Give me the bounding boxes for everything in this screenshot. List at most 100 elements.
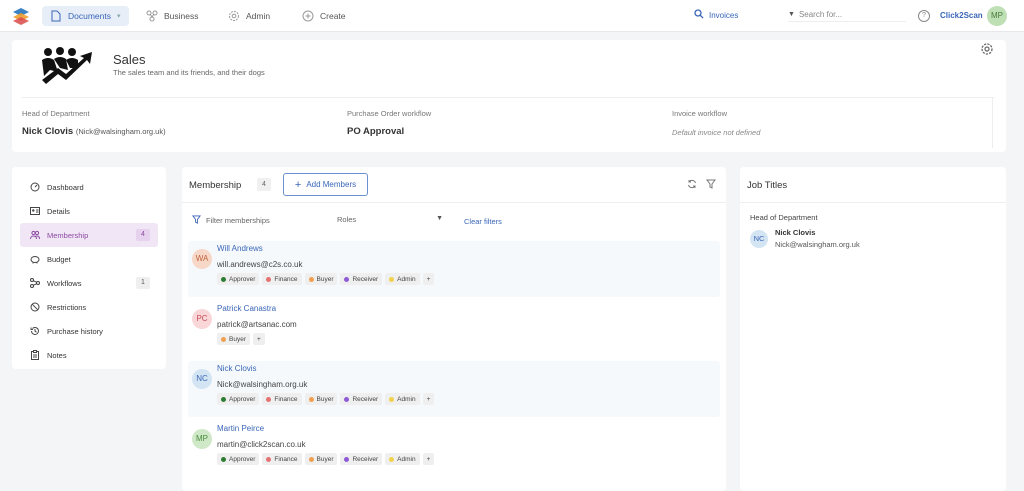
invoice-workflow-label: Invoice workflow xyxy=(672,109,728,118)
add-role-button[interactable]: + xyxy=(422,393,435,405)
search-input[interactable]: ▼ Search for... xyxy=(788,8,906,22)
add-role-button[interactable]: + xyxy=(422,273,435,285)
sidebar-item-dashboard[interactable]: Dashboard xyxy=(20,175,158,199)
role-tag-buyer[interactable]: Buyer xyxy=(304,273,338,285)
role-tag-buyer[interactable]: Buyer xyxy=(304,393,338,405)
roles-select[interactable]: Roles ▼ xyxy=(337,215,443,224)
sidebar-item-membership[interactable]: Membership 4 xyxy=(20,223,158,247)
caret-down-icon: ▼ xyxy=(788,11,795,18)
help-icon[interactable]: ? xyxy=(918,10,930,22)
document-icon xyxy=(50,10,62,22)
role-tag-receiver[interactable]: Receiver xyxy=(340,393,383,405)
po-workflow-value: PO Approval xyxy=(347,126,405,137)
plus-icon: + xyxy=(294,178,302,191)
add-members-button[interactable]: + Add Members xyxy=(283,173,368,196)
nav-documents[interactable]: Documents ▾ xyxy=(42,6,129,26)
membership-title: Membership xyxy=(189,180,242,191)
sidebar-item-notes[interactable]: Notes xyxy=(20,343,158,367)
member-email: will.andrews@c2s.co.uk xyxy=(217,260,303,269)
department-description: The sales team and its friends, and thei… xyxy=(113,68,265,77)
membership-count-badge: 4 xyxy=(136,229,150,241)
role-tag-approver[interactable]: Approver xyxy=(217,453,260,465)
role-tag-admin[interactable]: Admin xyxy=(385,453,420,465)
sidebar-item-details[interactable]: Details xyxy=(20,199,158,223)
member-row[interactable]: WA Will Andrews will.andrews@c2s.co.uk A… xyxy=(188,241,720,297)
user-avatar[interactable]: MP xyxy=(987,6,1007,26)
role-tag-approver[interactable]: Approver xyxy=(217,273,260,285)
sidebar-item-label: Restrictions xyxy=(47,302,87,312)
member-row[interactable]: MP Martin Peirce martin@click2scan.co.uk… xyxy=(188,421,720,477)
sidebar-item-workflows[interactable]: Workflows 1 xyxy=(20,271,158,295)
member-row[interactable]: NC Nick Clovis Nick@walsingham.org.uk Ap… xyxy=(188,361,720,417)
sidebar-item-restrictions[interactable]: Restrictions xyxy=(20,295,158,319)
team-logo-icon xyxy=(42,47,92,84)
nav-documents-label: Documents xyxy=(68,11,111,21)
search-placeholder: Search for... xyxy=(798,10,843,19)
clear-filters-link[interactable]: Clear filters xyxy=(464,217,502,226)
nav-business-label: Business xyxy=(164,11,199,21)
filter-memberships-input[interactable]: Filter memberships xyxy=(192,215,270,226)
avatar: WA xyxy=(192,249,212,269)
id-card-icon xyxy=(30,206,40,216)
head-name: Nick Clovis xyxy=(22,126,74,137)
app-logo-icon[interactable] xyxy=(12,7,30,25)
add-members-label: Add Members xyxy=(306,180,357,189)
sidebar-item-label: Membership xyxy=(47,230,89,240)
avatar: NC xyxy=(192,369,212,389)
chevron-down-icon: ▾ xyxy=(117,13,121,20)
invoice-workflow-field: Invoice workflow Default invoice not def… xyxy=(672,109,760,137)
sidebar-item-label: Details xyxy=(47,206,70,216)
member-name-link[interactable]: Will Andrews xyxy=(217,244,263,253)
role-tag-receiver[interactable]: Receiver xyxy=(340,453,383,465)
member-email: patrick@artsanac.com xyxy=(217,320,297,329)
add-role-button[interactable]: + xyxy=(252,333,265,345)
caret-down-icon: ▼ xyxy=(436,215,443,222)
member-row[interactable]: PC Patrick Canastra patrick@artsanac.com… xyxy=(188,301,720,357)
invoice-workflow-value: Default invoice not defined xyxy=(672,128,761,137)
avatar: NC xyxy=(750,230,768,248)
role-tag-finance[interactable]: Finance xyxy=(262,273,302,285)
job-titles-title: Job Titles xyxy=(747,180,788,191)
nav-business[interactable]: Business xyxy=(138,6,207,26)
sidebar-item-label: Dashboard xyxy=(47,182,84,192)
sidebar-item-label: Notes xyxy=(47,350,67,360)
role-tags: Approver Finance Buyer Receiver Admin + xyxy=(217,393,435,405)
role-tag-buyer[interactable]: Buyer xyxy=(217,333,250,345)
piggy-bank-icon xyxy=(30,254,40,264)
brand-link[interactable]: Click2Scan xyxy=(940,11,983,20)
refresh-icon[interactable] xyxy=(687,179,697,189)
nav-admin[interactable]: Admin xyxy=(220,6,278,26)
head-of-department-label: Head of Department xyxy=(22,109,90,118)
sidebar-item-budget[interactable]: Budget xyxy=(20,247,158,271)
divider xyxy=(182,202,726,203)
member-name-link[interactable]: Martin Peirce xyxy=(217,424,264,433)
member-name-link[interactable]: Nick Clovis xyxy=(217,364,257,373)
role-tag-finance[interactable]: Finance xyxy=(262,453,302,465)
membership-panel: Membership 4 + Add Members Filter member… xyxy=(182,167,726,491)
add-role-button[interactable]: + xyxy=(422,453,435,465)
divider xyxy=(22,97,994,98)
filter-icon xyxy=(192,215,201,226)
scrollbar[interactable] xyxy=(992,98,993,148)
search-scope-select[interactable]: Invoices xyxy=(694,9,738,21)
role-tag-admin[interactable]: Admin xyxy=(385,393,420,405)
job-holder-email: Nick@walsingham.org.uk xyxy=(775,240,860,249)
role-tag-buyer[interactable]: Buyer xyxy=(304,453,338,465)
member-email: Nick@walsingham.org.uk xyxy=(217,380,308,389)
sidebar-item-purchase-history[interactable]: Purchase history xyxy=(20,319,158,343)
sidebar-item-label: Purchase history xyxy=(47,326,103,336)
role-tag-approver[interactable]: Approver xyxy=(217,393,260,405)
settings-gear-icon[interactable] xyxy=(980,42,994,56)
role-tag-finance[interactable]: Finance xyxy=(262,393,302,405)
role-tag-receiver[interactable]: Receiver xyxy=(340,273,383,285)
role-tags: Buyer + xyxy=(217,333,265,345)
membership-count-badge: 4 xyxy=(257,178,271,191)
job-holder-name[interactable]: Nick Clovis xyxy=(775,228,815,237)
filter-icon[interactable] xyxy=(706,179,716,189)
member-name-link[interactable]: Patrick Canastra xyxy=(217,304,276,313)
nav-admin-label: Admin xyxy=(246,11,271,21)
workflows-count-badge: 1 xyxy=(136,277,150,289)
role-tag-admin[interactable]: Admin xyxy=(385,273,420,285)
nav-create[interactable]: Create xyxy=(294,6,354,26)
sidebar-item-label: Workflows xyxy=(47,278,82,288)
